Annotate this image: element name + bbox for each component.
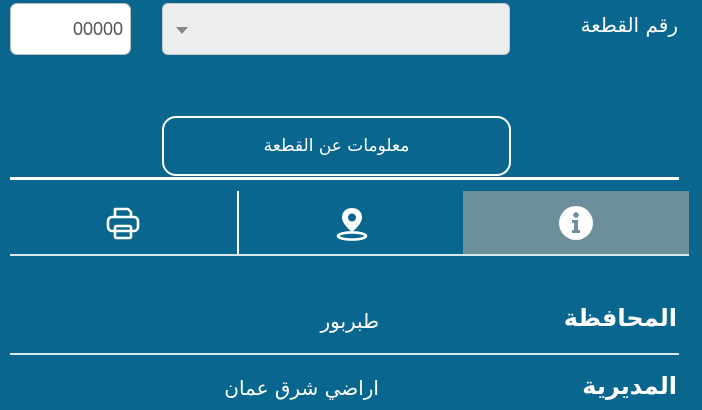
plot-number-label: رقم القطعة	[580, 13, 678, 37]
tab-bar-divider	[10, 254, 689, 256]
plot-number-input[interactable]	[10, 3, 131, 55]
detail-label: المحافظة	[563, 304, 677, 332]
location-pin-icon	[336, 207, 368, 241]
info-icon	[559, 205, 593, 240]
tab-location[interactable]	[237, 191, 465, 254]
printer-icon	[106, 207, 140, 239]
plot-search-panel: رقم القطعة معلومات عن القطعة	[0, 0, 702, 410]
detail-row-governorate: المحافظة طبربور	[10, 300, 679, 344]
tab-info[interactable]	[463, 191, 689, 254]
detail-value: اراضي شرق عمان	[224, 376, 379, 400]
tab-bar	[10, 191, 689, 254]
section-divider	[10, 177, 679, 180]
detail-row-directorate: المديرية اراضي شرق عمان	[10, 372, 679, 410]
tab-print[interactable]	[10, 191, 236, 254]
detail-label: المديرية	[582, 372, 677, 400]
row-divider	[10, 353, 679, 355]
plot-select-dropdown[interactable]	[162, 3, 510, 55]
detail-value: طبربور	[320, 309, 379, 333]
chevron-down-icon	[176, 27, 188, 34]
plot-info-button[interactable]: معلومات عن القطعة	[162, 116, 511, 176]
